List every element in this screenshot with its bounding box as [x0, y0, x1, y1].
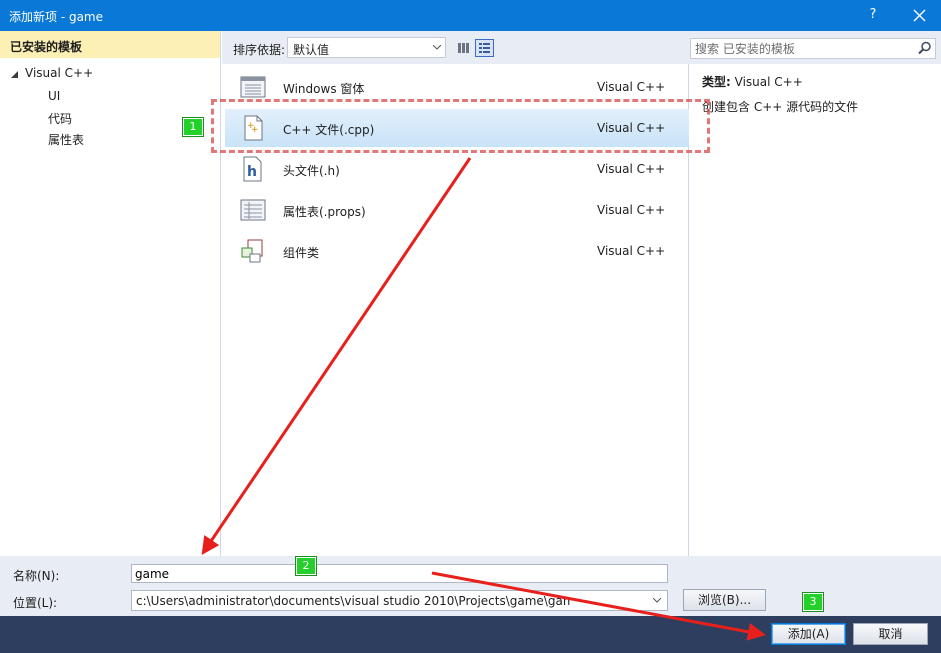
installed-templates-header: 已安装的模板 [0, 31, 220, 58]
step-marker-2: 2 [296, 557, 316, 575]
tree-node-property-sheet[interactable]: 属性表 [48, 131, 84, 148]
item-form: 名称(N): 位置(L): c:\Users\administrator\doc… [0, 556, 941, 616]
small-icons-view-button[interactable] [454, 39, 473, 57]
header-file-icon: h [243, 156, 262, 182]
sort-value: 默认值 [293, 43, 330, 57]
template-item-component-class[interactable]: 组件类 Visual C++ [225, 232, 689, 270]
step-marker-1: 1 [183, 118, 203, 136]
component-class-icon [241, 239, 263, 263]
list-view-icon [479, 43, 490, 53]
tree-node-ui[interactable]: UI [48, 89, 60, 103]
template-item-property-sheet[interactable]: 属性表(.props) Visual C++ [225, 191, 689, 229]
close-button[interactable] [902, 0, 938, 31]
sort-label: 排序依据: [233, 43, 286, 57]
type-label: 类型: [702, 75, 731, 89]
tree-node-code[interactable]: 代码 [48, 110, 72, 127]
list-view-button[interactable] [475, 39, 494, 57]
step-marker-3: 3 [803, 593, 823, 611]
expanded-triangle-icon[interactable] [11, 71, 19, 79]
template-language: Visual C++ [597, 244, 666, 258]
template-language: Visual C++ [597, 203, 666, 217]
type-row: 类型: Visual C++ [702, 73, 803, 90]
location-value: c:\Users\administrator\documents\visual … [136, 594, 572, 608]
search-icon[interactable] [918, 41, 932, 55]
browse-button[interactable]: 浏览(B)... [683, 589, 766, 611]
add-button[interactable]: 添加(A) [771, 623, 846, 645]
help-button[interactable]: ? [864, 7, 882, 25]
template-language: Visual C++ [597, 80, 666, 94]
dialog-footer: 添加(A) 取消 [0, 616, 941, 653]
property-sheet-icon [240, 199, 266, 221]
search-input[interactable] [695, 40, 907, 57]
template-toolbar: 排序依据: 默认值 [222, 31, 941, 64]
windows-form-icon [240, 76, 266, 98]
tree-node-label: Visual C++ [25, 66, 94, 80]
close-icon [913, 9, 926, 22]
template-name: 属性表(.props) [283, 205, 366, 219]
location-dropdown[interactable]: c:\Users\administrator\documents\visual … [131, 590, 668, 611]
template-search-box[interactable] [690, 38, 936, 59]
template-description-panel: 类型: Visual C++ 创建包含 C++ 源代码的文件 [690, 64, 941, 556]
template-tree-panel: 已安装的模板 Visual C++ UI 代码 属性表 [0, 31, 221, 556]
svg-text:h: h [247, 164, 257, 180]
cancel-button[interactable]: 取消 [853, 623, 928, 645]
template-language: Visual C++ [597, 162, 666, 176]
template-name: 组件类 [283, 246, 320, 260]
name-label: 名称(N): [13, 569, 60, 583]
type-value: Visual C++ [734, 75, 803, 89]
template-name: 头文件(.h) [283, 164, 340, 178]
window-title: 添加新项 - game [9, 10, 104, 24]
location-label: 位置(L): [13, 596, 58, 610]
template-item-header-file[interactable]: h 头文件(.h) Visual C++ [225, 150, 689, 188]
name-field[interactable] [131, 564, 668, 583]
title-bar: 添加新项 - game ? [0, 0, 941, 31]
template-name: Windows 窗体 [283, 82, 365, 96]
description-text: 创建包含 C++ 源代码的文件 [702, 100, 859, 114]
chevron-down-icon [433, 45, 441, 50]
small-icons-view-icon [458, 43, 469, 53]
sort-dropdown[interactable]: 默认值 [287, 37, 446, 58]
selection-highlight-box [211, 99, 710, 153]
chevron-down-icon [653, 598, 661, 603]
